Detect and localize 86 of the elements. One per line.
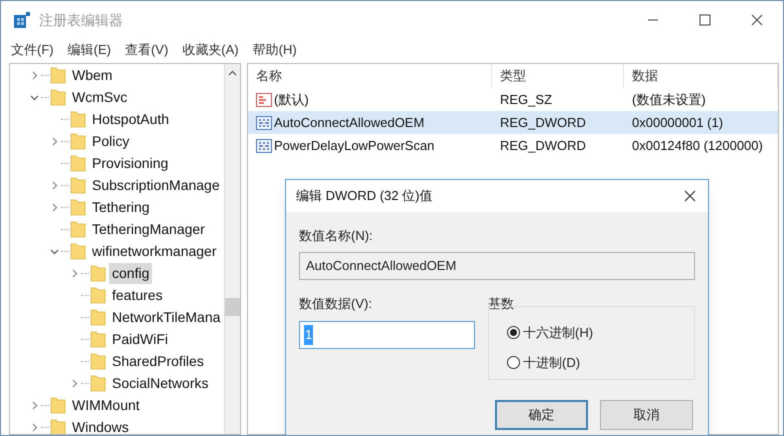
tree-item[interactable]: config (109, 262, 152, 284)
folder-icon (90, 264, 106, 282)
folder-icon (70, 242, 86, 260)
chevron-right-icon[interactable] (30, 400, 38, 410)
menu-item[interactable]: 文件(F) (11, 40, 54, 60)
folder-icon (90, 352, 106, 370)
dialog-button[interactable]: 取消 (600, 400, 693, 430)
value-data: 0x00124f80 (1200000) (631, 136, 764, 155)
chevron-right-icon[interactable] (50, 202, 58, 212)
close-icon[interactable] (684, 190, 696, 202)
binary-value-icon (256, 114, 272, 130)
tree-item[interactable]: HotspotAuth (89, 108, 172, 130)
dialog-button[interactable]: 确定 (495, 400, 588, 430)
chevron-down-icon[interactable] (50, 246, 58, 256)
chevron-right-icon[interactable] (50, 136, 58, 146)
radio-label[interactable]: 十进制(D) (523, 352, 580, 372)
string-value-icon (256, 92, 272, 108)
folder-icon (50, 418, 66, 434)
value-name: PowerDelayLowPowerScan (274, 136, 434, 155)
table-row[interactable]: AutoConnectAllowedOEM REG_DWORD 0x00000001 (1) (248, 111, 778, 134)
window-title: 注册表编辑器 (39, 10, 123, 30)
chevron-right-icon[interactable] (50, 180, 58, 190)
selected-text: 1 (304, 325, 314, 345)
table-row[interactable]: (默认) REG_SZ (数值未设置) (248, 88, 778, 111)
folder-icon (90, 330, 106, 348)
input-field[interactable]: AutoConnectAllowedOEM (299, 252, 695, 280)
column-header[interactable]: 数据 (624, 64, 778, 88)
scroll-up-icon[interactable] (228, 70, 237, 76)
tree-item[interactable]: Wbem (69, 64, 116, 86)
folder-icon (90, 374, 106, 392)
tree-item[interactable]: SharedProfiles (109, 350, 207, 372)
radio-label[interactable]: 十六进制(H) (523, 323, 594, 342)
chevron-right-icon[interactable] (70, 268, 78, 278)
column-header[interactable]: 名称 (248, 64, 492, 88)
tree-item[interactable]: features (109, 284, 166, 306)
tree-item[interactable]: SocialNetworks (109, 372, 212, 394)
folder-icon (70, 198, 86, 216)
menu-item[interactable]: 帮助(H) (252, 40, 297, 60)
binary-value-icon (256, 138, 272, 154)
tree-item[interactable]: WIMMount (69, 394, 143, 416)
column-header[interactable]: 类型 (492, 64, 624, 88)
tree-item[interactable]: NetworkTileMana (109, 306, 224, 328)
close-icon[interactable] (751, 14, 763, 26)
tree-item[interactable]: Provisioning (89, 152, 172, 174)
chevron-right-icon[interactable] (30, 70, 38, 80)
tree-item[interactable]: TetheringManager (89, 218, 208, 240)
tree-item[interactable]: WcmSvc (69, 86, 130, 108)
folder-icon (70, 110, 86, 128)
chevron-down-icon[interactable] (30, 92, 38, 102)
registry-app-icon (13, 11, 31, 29)
folder-icon (70, 132, 86, 150)
table-row[interactable]: PowerDelayLowPowerScan REG_DWORD 0x00124f80 (1200000) (248, 134, 778, 157)
field-label: 数值数据(V): (299, 294, 373, 313)
radio-button[interactable] (507, 356, 520, 369)
tree-item[interactable]: PaidWiFi (109, 328, 172, 350)
value-data: (数值未设置) (631, 90, 707, 109)
radio-button[interactable] (507, 326, 520, 340)
tree-item[interactable]: Tethering (89, 196, 153, 218)
scrollbar-thumb[interactable] (224, 298, 240, 316)
folder-icon (90, 286, 106, 304)
value-name: (默认) (274, 90, 309, 109)
folder-icon (50, 66, 66, 84)
folder-icon (70, 176, 86, 194)
folder-icon (70, 154, 86, 172)
tree-item[interactable]: Windows (69, 416, 132, 434)
value-type: REG_DWORD (499, 114, 587, 132)
menu-item[interactable]: 编辑(E) (68, 40, 111, 60)
value-data: 0x00000001 (1) (631, 114, 724, 132)
folder-icon (50, 88, 66, 106)
value-name: AutoConnectAllowedOEM (274, 114, 424, 132)
dialog-title: 编辑 DWORD (32 位)值 (296, 187, 432, 206)
chevron-right-icon[interactable] (30, 422, 38, 432)
field-label: 数值名称(N): (299, 227, 374, 245)
maximize-icon[interactable] (699, 14, 711, 26)
menu-item[interactable]: 查看(V) (124, 40, 168, 60)
tree-item[interactable]: wifinetworkmanager (89, 240, 220, 262)
scrollbar[interactable] (224, 64, 240, 434)
folder-icon (50, 396, 66, 414)
tree-item[interactable]: SubscriptionManage (89, 174, 223, 196)
folder-icon (70, 220, 86, 238)
value-type: REG_SZ (499, 90, 554, 109)
folder-icon (90, 308, 106, 326)
chevron-right-icon[interactable] (70, 378, 78, 388)
menu-item[interactable]: 收藏夹(A) (182, 40, 239, 60)
value-type: REG_DWORD (499, 136, 587, 155)
tree-item[interactable]: Policy (89, 130, 132, 152)
